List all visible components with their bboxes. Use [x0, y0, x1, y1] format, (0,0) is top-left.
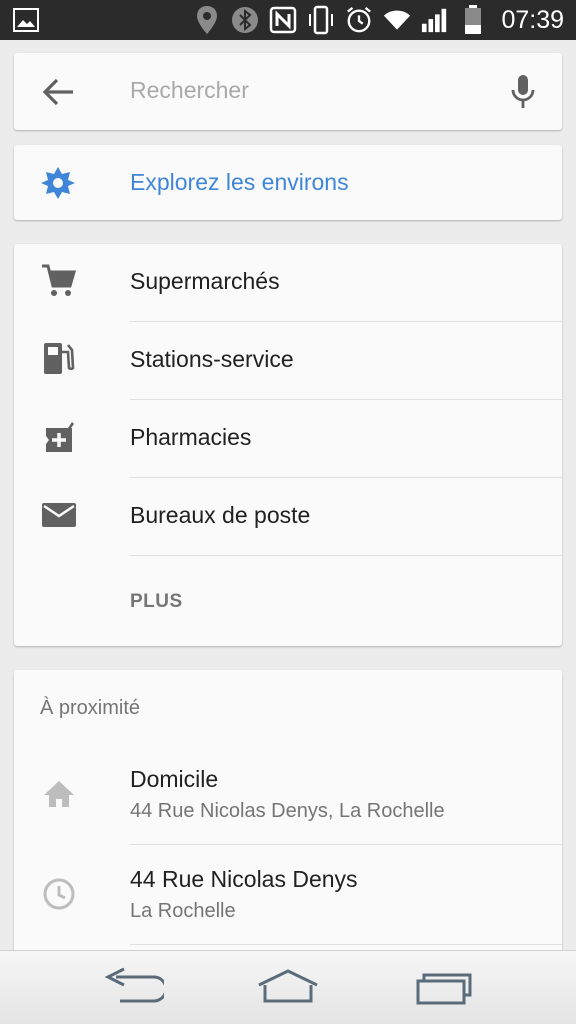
nearby-item-home[interactable]: Domicile 44 Rue Nicolas Denys, La Rochel…	[14, 745, 562, 845]
nav-back-icon[interactable]	[100, 967, 168, 1011]
signal-icon	[421, 6, 449, 34]
category-gas-stations[interactable]: Stations-service	[14, 322, 562, 400]
more-categories-button[interactable]: PLUS	[130, 591, 183, 613]
nfc-icon	[269, 6, 297, 34]
nav-home-icon[interactable]	[255, 967, 321, 1011]
wifi-icon	[383, 6, 411, 34]
location-pin-icon	[193, 6, 221, 34]
nearby-title: Domicile	[130, 766, 219, 792]
explore-label: Explorez les environs	[130, 169, 349, 195]
explore-nearby-card[interactable]: Explorez les environs	[14, 145, 562, 220]
nearby-subtitle: 44 Rue Nicolas Denys, La Rochelle	[130, 800, 445, 822]
shopping-cart-icon	[40, 262, 78, 300]
pharmacy-icon	[40, 418, 78, 456]
nearby-title: 44 Rue Nicolas Denys	[130, 866, 358, 892]
nearby-card: À proximité Domicile 44 Rue Nicolas Deny…	[14, 670, 562, 960]
history-clock-icon	[40, 875, 78, 913]
divider	[130, 944, 562, 945]
category-label: Pharmacies	[130, 424, 252, 450]
nearby-heading: À proximité	[40, 697, 141, 719]
category-post-offices[interactable]: Bureaux de poste	[14, 478, 562, 556]
status-time: 07:39	[501, 5, 564, 34]
nearby-subtitle: La Rochelle	[130, 900, 236, 922]
battery-icon	[459, 5, 487, 34]
back-arrow-icon[interactable]	[42, 77, 76, 107]
home-icon	[40, 775, 78, 813]
category-supermarkets[interactable]: Supermarchés	[14, 244, 562, 322]
image-icon	[12, 6, 40, 34]
gas-station-icon	[40, 340, 78, 378]
category-label: Stations-service	[130, 346, 294, 372]
alarm-icon	[345, 6, 373, 34]
categories-card: Supermarchés Stations-service Pharmacies…	[14, 244, 562, 646]
search-bar[interactable]: Rechercher	[14, 53, 562, 130]
divider	[130, 555, 562, 556]
vibrate-icon	[307, 5, 335, 35]
category-pharmacies[interactable]: Pharmacies	[14, 400, 562, 478]
search-input[interactable]: Rechercher	[130, 77, 249, 104]
bluetooth-icon	[231, 6, 259, 34]
category-label: Bureaux de poste	[130, 502, 311, 528]
nav-recents-icon[interactable]	[414, 967, 474, 1011]
navigation-bar	[0, 950, 576, 1024]
category-label: Supermarchés	[130, 268, 280, 294]
nearby-item-history[interactable]: 44 Rue Nicolas Denys La Rochelle	[14, 845, 562, 945]
mail-icon	[40, 496, 78, 534]
explore-compass-icon	[40, 165, 76, 201]
status-bar: 07:39	[0, 0, 576, 40]
microphone-icon[interactable]	[510, 73, 536, 111]
